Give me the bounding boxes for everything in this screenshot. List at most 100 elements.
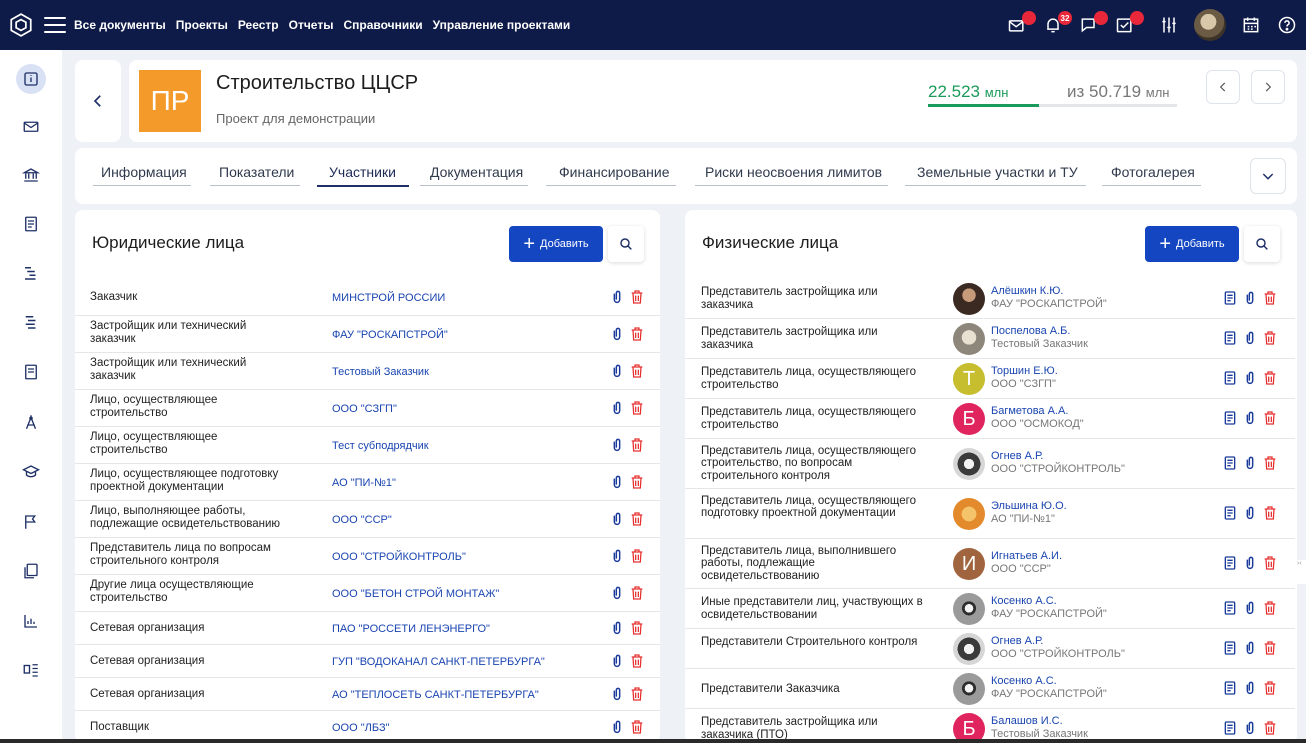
attach-icon[interactable] bbox=[1242, 330, 1258, 346]
tab-documentation[interactable]: Документация bbox=[420, 164, 529, 186]
attach-icon[interactable] bbox=[609, 363, 625, 379]
attach-icon[interactable] bbox=[1242, 505, 1258, 521]
delete-icon[interactable] bbox=[1262, 555, 1278, 571]
nav-reports[interactable]: Отчеты bbox=[289, 18, 334, 32]
bell-icon[interactable]: 32 bbox=[1042, 11, 1072, 36]
delete-icon[interactable] bbox=[1262, 455, 1278, 471]
legal-org-link[interactable]: ФАУ "РОСКАПСТРОЙ" bbox=[332, 329, 448, 341]
bank-icon[interactable] bbox=[17, 161, 45, 189]
attach-icon[interactable] bbox=[1242, 410, 1258, 426]
gantt-icon[interactable] bbox=[17, 259, 45, 287]
document-icon[interactable] bbox=[1222, 600, 1238, 616]
person-name-link[interactable]: Косенко А.С. bbox=[991, 595, 1057, 607]
person-name-link[interactable]: Эльшина Ю.О. bbox=[991, 500, 1067, 512]
delete-icon[interactable] bbox=[1262, 330, 1278, 346]
document-icon[interactable] bbox=[1222, 720, 1238, 736]
delete-icon[interactable] bbox=[629, 719, 645, 735]
attach-icon[interactable] bbox=[1242, 640, 1258, 656]
attach-icon[interactable] bbox=[609, 620, 625, 636]
list-icon[interactable] bbox=[17, 308, 45, 336]
document-icon[interactable] bbox=[1222, 640, 1238, 656]
calendar-icon[interactable] bbox=[1240, 14, 1262, 36]
person-name-link[interactable]: Огнев А.Р. bbox=[991, 450, 1043, 462]
legal-org-link[interactable]: ООО "СЗГП" bbox=[332, 403, 397, 415]
attach-icon[interactable] bbox=[1242, 600, 1258, 616]
prev-project-button[interactable] bbox=[1206, 70, 1240, 104]
person-name-link[interactable]: Алёшкин К.Ю. bbox=[991, 285, 1063, 297]
attach-icon[interactable] bbox=[1242, 455, 1258, 471]
add-legal-entity-button[interactable]: + Добавить bbox=[509, 226, 603, 262]
document-icon[interactable] bbox=[17, 210, 45, 238]
structure-icon[interactable] bbox=[17, 656, 45, 684]
delete-icon[interactable] bbox=[1262, 290, 1278, 306]
legal-org-link[interactable]: ООО "СТРОЙКОНТРОЛЬ" bbox=[332, 551, 466, 563]
attach-icon[interactable] bbox=[609, 474, 625, 490]
delete-icon[interactable] bbox=[629, 620, 645, 636]
file-icon[interactable] bbox=[17, 358, 45, 386]
mail-icon[interactable] bbox=[17, 112, 45, 140]
document-icon[interactable] bbox=[1222, 370, 1238, 386]
next-project-button[interactable] bbox=[1251, 70, 1285, 104]
add-person-button[interactable]: + Добавить bbox=[1145, 226, 1239, 262]
person-name-link[interactable]: Поспелова А.Б. bbox=[991, 325, 1070, 337]
delete-icon[interactable] bbox=[629, 326, 645, 342]
search-person-button[interactable] bbox=[1244, 226, 1280, 262]
person-name-link[interactable]: Торшин Е.Ю. bbox=[991, 365, 1058, 377]
legal-org-link[interactable]: ООО "ЛБЗ" bbox=[332, 722, 390, 734]
legal-org-link[interactable]: АО "ПИ-№1" bbox=[332, 477, 396, 489]
attach-icon[interactable] bbox=[1242, 680, 1258, 696]
nav-references[interactable]: Справочники bbox=[343, 18, 422, 32]
back-button[interactable] bbox=[75, 60, 121, 142]
compass-icon[interactable] bbox=[17, 408, 45, 436]
delete-icon[interactable] bbox=[1262, 600, 1278, 616]
legal-org-link[interactable]: Тестовый Заказчик bbox=[332, 366, 429, 378]
attach-icon[interactable] bbox=[1242, 370, 1258, 386]
legal-org-link[interactable]: Тест субподрядчик bbox=[332, 440, 429, 452]
document-icon[interactable] bbox=[1222, 330, 1238, 346]
document-icon[interactable] bbox=[1222, 505, 1238, 521]
delete-icon[interactable] bbox=[1262, 505, 1278, 521]
tab-risks[interactable]: Риски неосвоения лимитов bbox=[695, 164, 889, 186]
legal-org-link[interactable]: МИНСТРОЙ РОССИИ bbox=[332, 292, 445, 304]
delete-icon[interactable] bbox=[629, 289, 645, 305]
logo-icon[interactable] bbox=[4, 8, 38, 42]
attach-icon[interactable] bbox=[609, 653, 625, 669]
search-legal-button[interactable] bbox=[608, 226, 644, 262]
legal-org-link[interactable]: АО "ТЕПЛОСЕТЬ САНКТ-ПЕТЕРБУРГА" bbox=[332, 689, 539, 701]
legal-org-link[interactable]: ООО "БЕТОН СТРОЙ МОНТАЖ" bbox=[332, 588, 499, 600]
document-icon[interactable] bbox=[1222, 455, 1238, 471]
person-name-link[interactable]: Косенко А.С. bbox=[991, 675, 1057, 687]
nav-registry[interactable]: Реестр bbox=[238, 18, 279, 32]
delete-icon[interactable] bbox=[629, 511, 645, 527]
attach-icon[interactable] bbox=[609, 289, 625, 305]
tab-information[interactable]: Информация bbox=[93, 164, 191, 186]
legal-org-link[interactable]: ПАО "РОССЕТИ ЛЕНЭНЕРГО" bbox=[332, 623, 490, 635]
attach-icon[interactable] bbox=[609, 400, 625, 416]
delete-icon[interactable] bbox=[1262, 410, 1278, 426]
legal-org-link[interactable]: ООО "ССР" bbox=[332, 514, 392, 526]
attach-icon[interactable] bbox=[1242, 720, 1258, 736]
tab-participants[interactable]: Участники bbox=[317, 164, 409, 187]
mail-icon[interactable] bbox=[1006, 11, 1036, 36]
delete-icon[interactable] bbox=[1262, 370, 1278, 386]
help-icon[interactable] bbox=[1276, 14, 1298, 36]
nav-project-management[interactable]: Управление проектами bbox=[433, 18, 571, 32]
delete-icon[interactable] bbox=[1262, 720, 1278, 736]
tab-land-plots[interactable]: Земельные участки и ТУ bbox=[905, 164, 1086, 186]
attach-icon[interactable] bbox=[609, 326, 625, 342]
delete-icon[interactable] bbox=[629, 548, 645, 564]
person-name-link[interactable]: Игнатьев А.И. bbox=[991, 550, 1062, 562]
tab-indicators[interactable]: Показатели bbox=[210, 164, 301, 186]
person-name-link[interactable]: Багметова А.А. bbox=[991, 405, 1068, 417]
attach-icon[interactable] bbox=[609, 437, 625, 453]
attach-icon[interactable] bbox=[609, 686, 625, 702]
legal-org-link[interactable]: ГУП "ВОДОКАНАЛ САНКТ-ПЕТЕРБУРГА" bbox=[332, 656, 545, 668]
info-icon[interactable] bbox=[16, 64, 46, 94]
delete-icon[interactable] bbox=[629, 437, 645, 453]
more-tabs-button[interactable] bbox=[1250, 158, 1286, 194]
delete-icon[interactable] bbox=[629, 474, 645, 490]
settings-sliders-icon[interactable] bbox=[1158, 14, 1180, 36]
delete-icon[interactable] bbox=[629, 585, 645, 601]
attach-icon[interactable] bbox=[1242, 290, 1258, 306]
copy-icon[interactable] bbox=[17, 557, 45, 585]
